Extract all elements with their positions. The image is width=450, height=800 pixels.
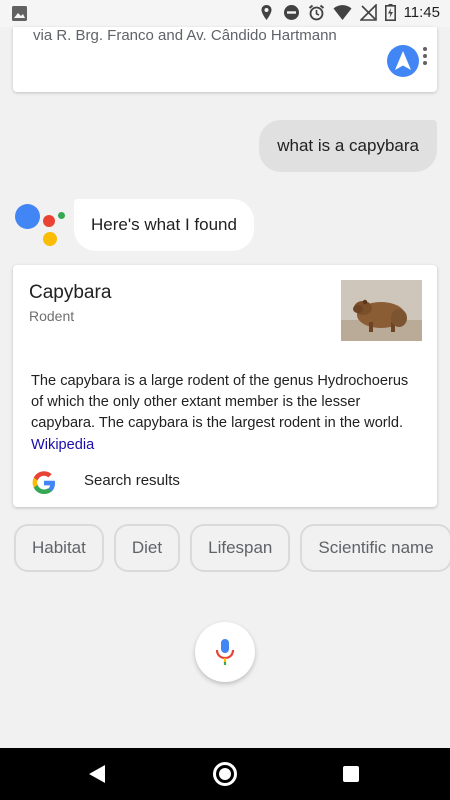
- chip-diet[interactable]: Diet: [113, 524, 181, 572]
- do-not-disturb-icon: [283, 5, 299, 20]
- entity-description: The capybara is a large rodent of the ge…: [31, 373, 409, 431]
- alarm-icon: [308, 4, 324, 21]
- route-description: via R. Brg. Franco and Av. Cândido Hartm…: [33, 27, 337, 44]
- assistant-reply-bubble: Here's what I found: [74, 199, 254, 251]
- home-icon[interactable]: [213, 762, 237, 786]
- entity-title: Capybara: [29, 282, 112, 303]
- battery-charging-icon: [384, 4, 396, 21]
- chip-scientific-name[interactable]: Scientific name: [300, 524, 450, 572]
- back-icon[interactable]: [88, 764, 106, 784]
- entity-subtitle: Rodent: [29, 308, 75, 324]
- google-assistant-logo-icon: [14, 200, 70, 250]
- user-query-bubble: what is a capybara: [259, 120, 437, 172]
- system-nav-bar: [0, 748, 450, 800]
- status-time: 11:45: [403, 4, 440, 21]
- no-signal-icon: [359, 4, 377, 21]
- navigate-button[interactable]: [387, 45, 419, 77]
- suggestion-chips: Habitat Diet Lifespan Scientific name: [14, 524, 450, 572]
- more-options-icon[interactable]: [422, 47, 428, 67]
- recent-apps-icon[interactable]: [343, 766, 359, 782]
- google-g-icon: [31, 470, 57, 496]
- knowledge-card[interactable]: Capybara Rodent The capybara is a large …: [13, 265, 437, 507]
- route-card[interactable]: via R. Brg. Franco and Av. Cândido Hartm…: [13, 27, 437, 92]
- search-results-link[interactable]: Search results: [84, 472, 180, 489]
- image-notification-icon: [12, 6, 27, 26]
- chip-habitat[interactable]: Habitat: [14, 524, 104, 572]
- microphone-button[interactable]: [195, 622, 255, 682]
- status-bar: 11:45: [0, 0, 450, 27]
- entity-image[interactable]: [341, 280, 422, 341]
- navigation-arrow-icon: [395, 51, 411, 70]
- location-icon: [261, 5, 272, 20]
- microphone-icon: [215, 639, 235, 665]
- chip-lifespan[interactable]: Lifespan: [190, 524, 291, 572]
- wifi-icon: [333, 5, 352, 20]
- wikipedia-link[interactable]: Wikipedia: [31, 437, 94, 453]
